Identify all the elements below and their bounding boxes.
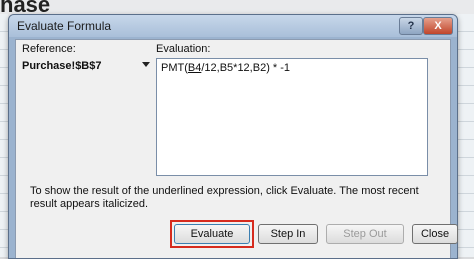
current-step-arrow-icon [142, 62, 150, 67]
close-button[interactable]: Close [412, 224, 458, 244]
help-button[interactable]: ? [399, 17, 423, 35]
close-icon: X [434, 20, 442, 32]
sheet-grid-left [0, 14, 8, 257]
dialog-body: Reference: Purchase!$B$7 Evaluation: PMT… [15, 39, 458, 258]
expression-suffix: /12,B5*12,B2) * -1 [201, 62, 291, 74]
evaluate-formula-dialog: Evaluate Formula ? X Reference: Purchase… [8, 14, 458, 259]
evaluation-box[interactable]: PMT(B4/12,B5*12,B2) * -1 [156, 58, 428, 176]
reference-value: Purchase!$B$7 [22, 60, 102, 72]
dialog-title: Evaluate Formula [17, 19, 112, 33]
step-out-button[interactable]: Step Out [326, 224, 404, 244]
expression-underlined: B4 [187, 62, 202, 74]
sheet-grid-right [456, 14, 474, 257]
window-close-button[interactable]: X [423, 17, 453, 35]
evaluate-button[interactable]: Evaluate [174, 224, 250, 244]
expression-prefix: PMT( [161, 62, 188, 74]
evaluation-expression: PMT(B4/12,B5*12,B2) * -1 [161, 62, 290, 74]
help-icon: ? [407, 20, 415, 32]
instruction-text: To show the result of the underlined exp… [30, 185, 419, 210]
reference-label: Reference: [22, 43, 76, 55]
dialog-title-bar[interactable]: Evaluate Formula ? X [9, 15, 457, 37]
step-in-button[interactable]: Step In [258, 224, 318, 244]
evaluation-label: Evaluation: [156, 43, 211, 55]
